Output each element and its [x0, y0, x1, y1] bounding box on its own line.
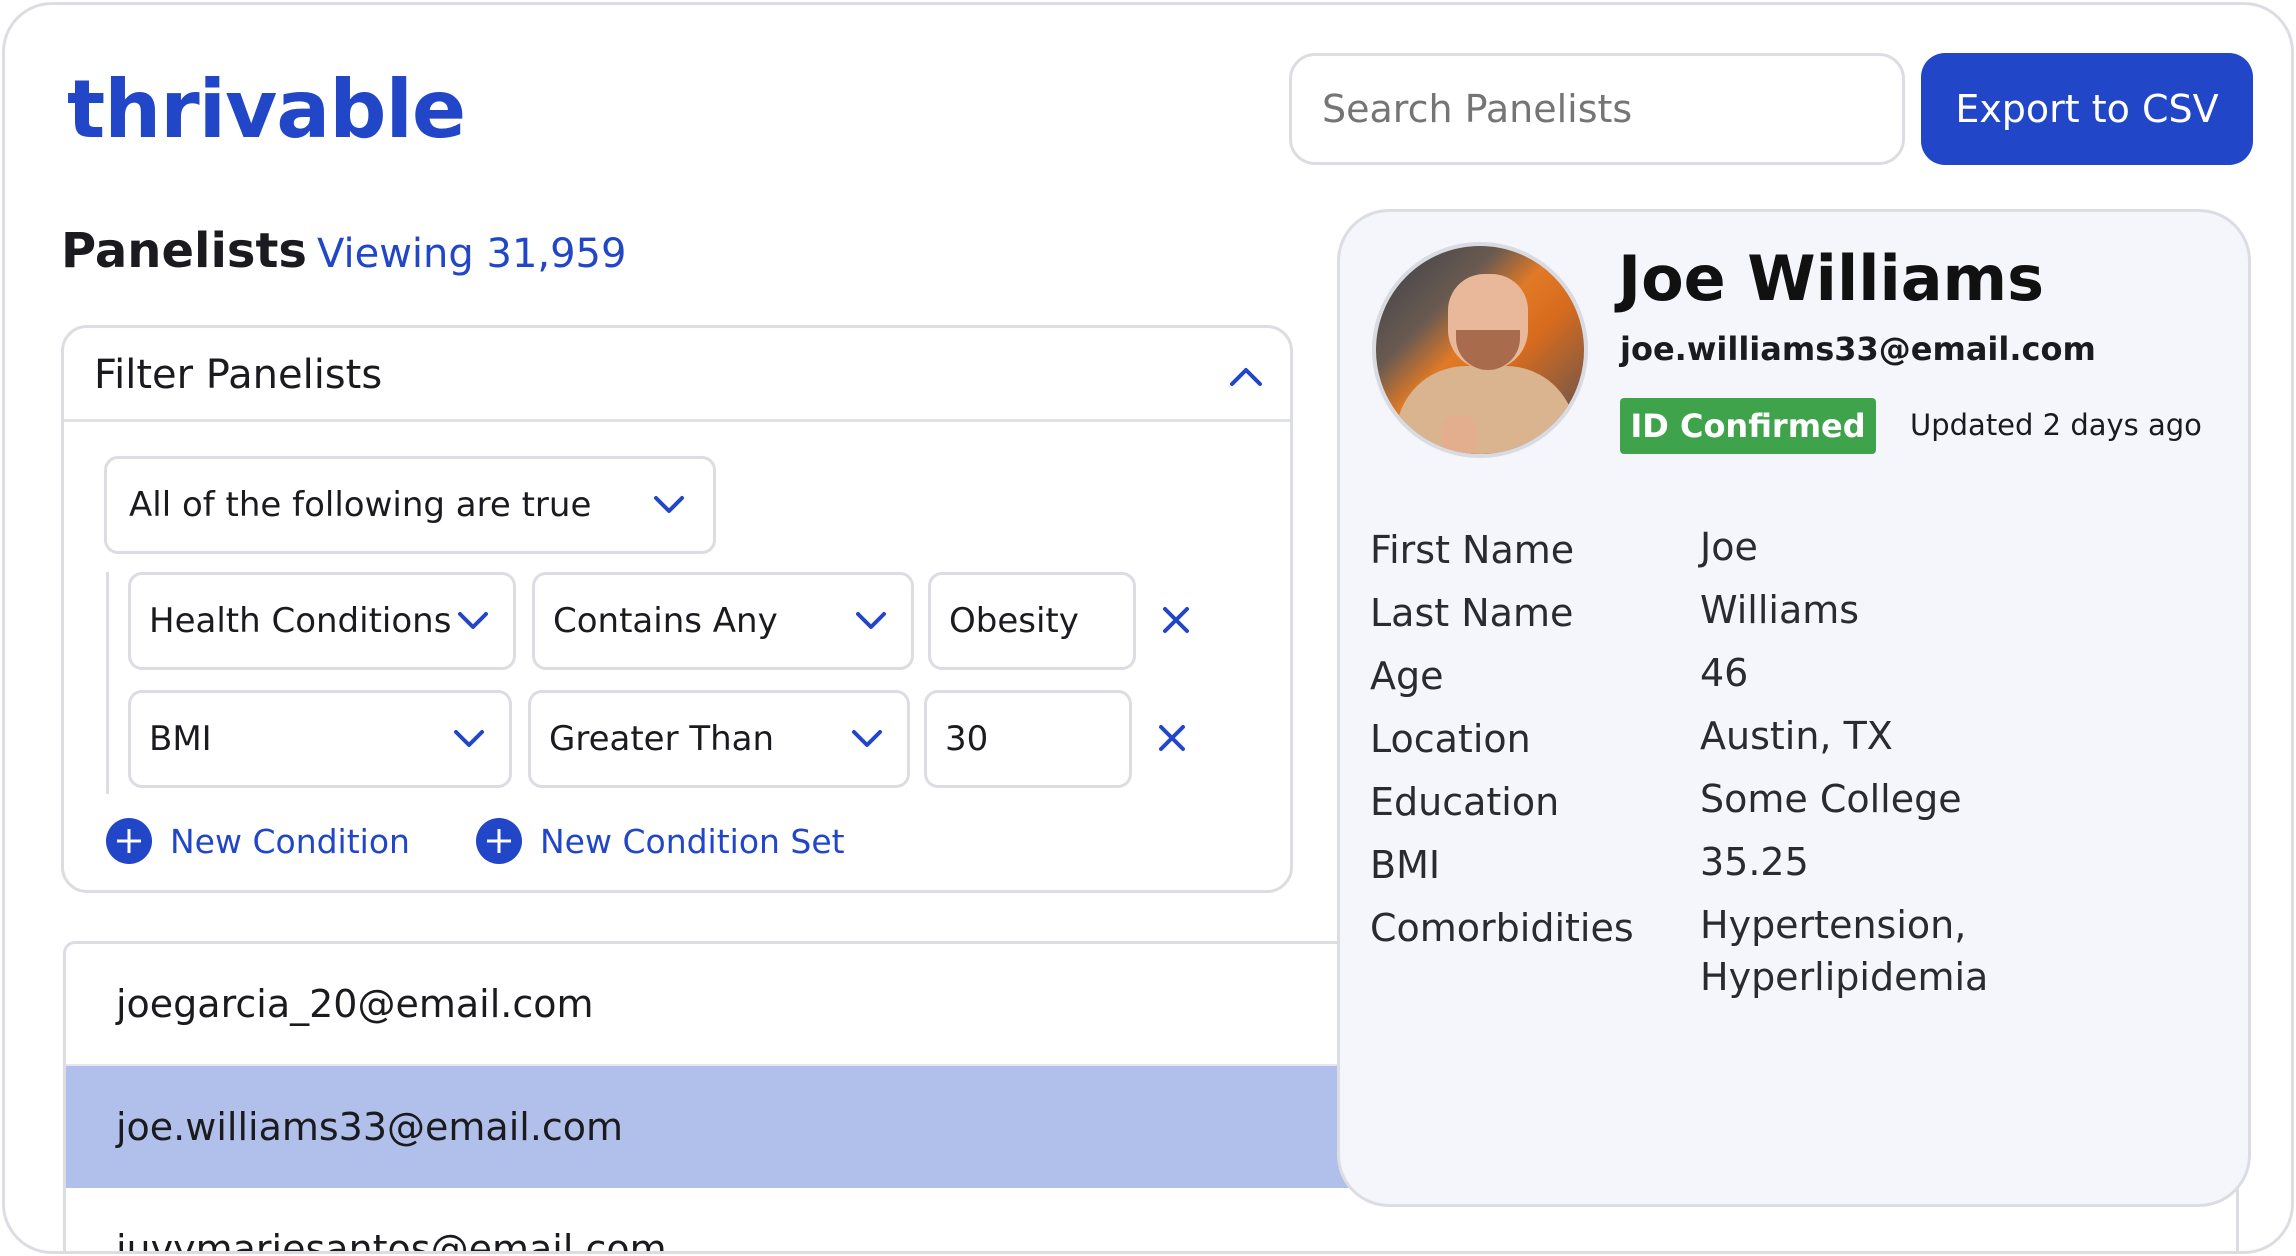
- chevron-down-icon: [852, 730, 882, 747]
- chevron-down-icon: [454, 730, 484, 747]
- condition-field-select[interactable]: BMI: [128, 690, 512, 788]
- chevron-down-icon: [654, 496, 684, 513]
- plus-icon: [106, 818, 152, 864]
- avatar: [1372, 242, 1588, 458]
- avatar-beard: [1456, 330, 1520, 370]
- new-condition-set-button[interactable]: New Condition Set: [476, 818, 845, 864]
- condition-operator-value: Contains Any: [553, 601, 778, 641]
- plus-icon: [476, 818, 522, 864]
- list-item-email: juvymariesantos@email.com: [116, 1227, 667, 1254]
- page-title: Panelists: [61, 223, 307, 279]
- detail-value: Joe: [1700, 525, 1758, 569]
- detail-label: Location: [1370, 717, 1531, 761]
- detail-value: 35.25: [1700, 840, 1809, 884]
- detail-label: Education: [1370, 780, 1560, 824]
- id-confirmed-badge: ID Confirmed: [1620, 398, 1876, 454]
- new-condition-label: New Condition: [170, 821, 410, 861]
- search-input[interactable]: [1289, 53, 1905, 165]
- detail-label: Age: [1370, 654, 1444, 698]
- chevron-down-icon: [458, 612, 488, 629]
- detail-label: Last Name: [1370, 591, 1574, 635]
- updated-timestamp: Updated 2 days ago: [1910, 408, 2202, 442]
- detail-label: First Name: [1370, 528, 1575, 572]
- condition-field-value: Health Conditions: [149, 601, 452, 641]
- logic-select[interactable]: All of the following are true: [104, 456, 716, 554]
- chevron-up-icon[interactable]: [1226, 356, 1266, 396]
- remove-condition-icon[interactable]: [1156, 722, 1188, 754]
- app-window: thrivable Export to CSV Panelists Viewin…: [2, 2, 2294, 1254]
- thrivable-logo: thrivable: [67, 63, 466, 156]
- condition-operator-select[interactable]: Contains Any: [532, 572, 914, 670]
- detail-label: BMI: [1370, 843, 1441, 887]
- avatar-thumb: [1442, 416, 1476, 454]
- filter-panel: Filter Panelists All of the following ar…: [61, 325, 1293, 893]
- condition-value-text: 30: [945, 719, 989, 759]
- condition-value-input[interactable]: 30: [924, 690, 1132, 788]
- condition-value-input[interactable]: Obesity: [928, 572, 1136, 670]
- new-condition-set-label: New Condition Set: [540, 821, 845, 861]
- detail-value: Williams: [1700, 588, 1860, 632]
- filter-header[interactable]: Filter Panelists: [64, 328, 1290, 422]
- avatar-body: [1396, 366, 1576, 454]
- condition-field-value: BMI: [149, 719, 212, 759]
- export-csv-button[interactable]: Export to CSV: [1921, 53, 2253, 165]
- remove-condition-icon[interactable]: [1160, 604, 1192, 636]
- condition-field-select[interactable]: Health Conditions: [128, 572, 516, 670]
- list-item-email: joegarcia_20@email.com: [116, 982, 594, 1026]
- condition-value-text: Obesity: [949, 601, 1079, 641]
- logic-select-value: All of the following are true: [129, 485, 592, 525]
- new-condition-button[interactable]: New Condition: [106, 818, 410, 864]
- profile-card: Joe Williams joe.williams33@email.com ID…: [1337, 209, 2251, 1207]
- detail-value: Some College: [1700, 777, 1962, 821]
- chevron-down-icon: [856, 612, 886, 629]
- filter-title: Filter Panelists: [94, 352, 383, 398]
- detail-value: Austin, TX: [1700, 714, 1893, 758]
- condition-operator-value: Greater Than: [549, 719, 775, 759]
- detail-value: Hypertension, Hyperlipidemia: [1700, 903, 1989, 999]
- viewing-count: Viewing 31,959: [317, 231, 627, 277]
- condition-operator-select[interactable]: Greater Than: [528, 690, 910, 788]
- detail-label: Comorbidities: [1370, 906, 1634, 950]
- condition-group-line: [106, 572, 109, 794]
- profile-email: joe.williams33@email.com: [1620, 330, 2096, 368]
- list-item-email: joe.williams33@email.com: [116, 1105, 624, 1149]
- profile-name: Joe Williams: [1618, 242, 2045, 315]
- detail-value: 46: [1700, 651, 1749, 695]
